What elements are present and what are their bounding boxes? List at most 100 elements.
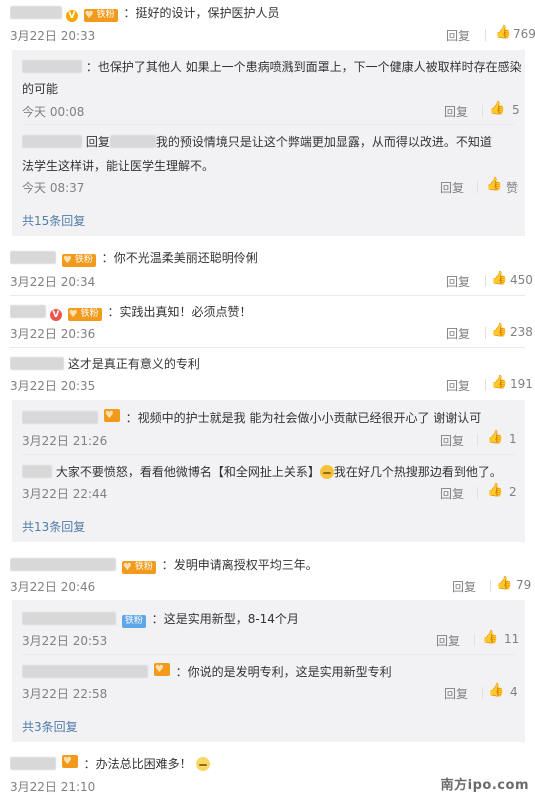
comment-text: 发明申请离授权平均三年。 [173,558,318,572]
reply-meta: 3月22日 20:53 回复 👍 11 [22,631,525,650]
comment-line: 铁粉 ：你不光温柔美丽还聪明伶俐 [10,249,525,267]
comment-text: 实践出真知！必须点赞！ [119,305,252,319]
like-count: 191 [510,377,533,391]
reply-line: ：你说的是发明专利，这是实用新型专利 [22,663,525,680]
more-replies-link[interactable]: 共15条回复 [22,212,85,229]
reply-meta: 3月22日 22:58 回复 👍 4 [22,684,525,703]
username-blurred[interactable] [22,465,52,478]
reply-button[interactable]: 回复 [444,685,468,702]
reply-text: 大家不要愤怒，看看他微博名【和全网扯上关系】 [55,465,320,479]
username-blurred[interactable] [10,757,56,770]
reply-line-cont: 的可能 [22,82,59,96]
reply-button[interactable]: 回复 [446,325,470,342]
like-label[interactable]: 赞 [506,179,518,196]
comment-time: 3月22日 20:46 [10,580,96,594]
reply-meta: 今天 00:08 回复 👍 5 [22,102,525,121]
thumb-up-icon[interactable]: 👍 [487,431,503,445]
comment-time: 3月22日 20:35 [10,379,96,393]
fan-badge: 铁粉 [121,615,146,628]
thumb-up-icon[interactable]: 👍 [496,577,512,591]
comment-text: 挺好的设计，保护医护人员 [135,6,280,20]
username-blurred[interactable] [22,612,116,625]
reply-time: 3月22日 22:58 [22,687,108,701]
username-blurred[interactable] [10,357,64,370]
username-blurred[interactable] [22,411,98,424]
reply-time: 3月22日 21:26 [22,434,108,448]
fan-badge: 铁粉 [121,561,156,574]
emoji-icon [319,465,334,479]
reply-button[interactable]: 回复 [440,432,464,449]
comment-meta: 3月22日 20:35 回复 👍 191 [10,376,533,395]
reply-button[interactable]: 回复 [452,578,476,595]
thumb-up-icon[interactable]: 👍 [482,631,498,645]
like-count: 4 [510,685,518,699]
comment-text: 这才是真正有意义的专利 [67,357,200,371]
comment-line: ：办法总比困难多！ [10,755,525,772]
reply-button[interactable]: 回复 [446,377,470,394]
reply-button[interactable]: 回复 [440,485,464,502]
reply-button[interactable]: 回复 [440,179,464,196]
like-count: 450 [510,273,533,287]
comment-meta: 3月22日 20:46 回复 👍 79 [10,577,531,596]
thumb-up-icon[interactable]: 👍 [489,102,505,116]
username-blurred[interactable] [10,558,116,571]
reply-line: 大家不要愤怒，看看他微博名【和全网扯上关系】 我在好几个热搜那边看到他了。 [22,463,525,480]
username-blurred[interactable] [109,135,156,148]
reply-button[interactable]: 回复 [446,27,470,44]
thumb-up-icon[interactable]: 👍 [488,684,504,698]
like-count: 79 [516,578,532,592]
thumb-up-icon[interactable]: 👍 [491,324,507,338]
reply-time: 3月22日 22:44 [22,487,108,501]
reply-button[interactable]: 回复 [446,273,470,290]
reply-line: ：也保护了其他人 如果上一个患病喷溅到面罩上，下一个健康人被取样时存在感染 [22,58,525,75]
reply-text: 我的预设情境只是让这个弊端更加显露，从而得以改进。不知道 [155,135,492,149]
reply-text: 也保护了其他人 如果上一个患病喷溅到面罩上，下一个健康人被取样时存在感染 [97,60,522,74]
fan-badge: 铁粉 [61,254,96,267]
comment-time: 3月22日 21:10 [10,780,96,794]
comment-time: 3月22日 20:36 [10,327,96,341]
thumb-up-icon[interactable]: 👍 [495,26,511,40]
like-count: 238 [510,325,533,339]
verified-v-icon: V [65,10,78,22]
like-count: 5 [512,103,520,117]
username-blurred[interactable] [22,135,82,148]
reply-button[interactable]: 回复 [436,632,460,649]
comment-line: V 铁粉 ：实践出真知！必须点赞！ [10,303,525,321]
username-blurred[interactable] [10,6,62,19]
like-count: 2 [509,485,517,499]
thumb-up-icon[interactable]: 👍 [487,484,503,498]
like-count: 1 [509,432,517,446]
comment-time: 3月22日 20:34 [10,275,96,289]
fan-badge-icon [103,409,120,422]
thumb-up-icon[interactable]: 👍 [486,178,502,192]
verified-v-icon: V [49,309,62,321]
comment-text: 你不光温柔美丽还聪明伶俐 [113,251,258,265]
comment-time: 3月22日 20:33 [10,29,96,43]
comment-meta: 3月22日 20:36 回复 👍 238 [10,324,533,343]
reply-meta: 3月22日 21:26 回复 👍 1 [22,431,525,450]
reply-line-cont: 法学生这样讲，能让医学生理解不。 [22,159,215,173]
comment-line: 这才是真正有意义的专利 [10,355,525,372]
thumb-up-icon[interactable]: 👍 [491,272,507,286]
username-blurred[interactable] [22,665,148,678]
username-blurred[interactable] [10,305,46,318]
reply-time: 今天 00:08 [22,105,85,119]
reply-button[interactable]: 回复 [444,103,468,120]
reply-line: 回复 我的预设情境只是让这个弊端更加显露，从而得以改进。不知道 [22,133,525,150]
username-blurred[interactable] [10,251,56,264]
username-blurred[interactable] [22,60,82,73]
reply-meta: 3月22日 22:44 回复 👍 2 [22,484,525,503]
emoji-icon [195,757,210,771]
reply-text: 你说的是发明专利，这是实用新型专利 [187,665,392,679]
comment-line: V 铁粉 ：挺好的设计，保护医护人员 [10,4,525,22]
more-replies-link[interactable]: 共3条回复 [22,718,78,735]
fan-badge-icon [61,755,78,768]
more-replies-link[interactable]: 共13条回复 [22,518,85,535]
comment-meta: 3月22日 20:34 回复 👍 450 [10,272,533,291]
fan-badge: 铁粉 [67,308,102,321]
thumb-up-icon[interactable]: 👍 [491,376,507,390]
comment-text: 办法总比困难多！ [95,757,192,771]
comment-line: 铁粉 ：发明申请离授权平均三年。 [10,556,525,574]
fan-badge: 铁粉 [83,9,118,22]
reply-time: 3月22日 20:53 [22,634,108,648]
